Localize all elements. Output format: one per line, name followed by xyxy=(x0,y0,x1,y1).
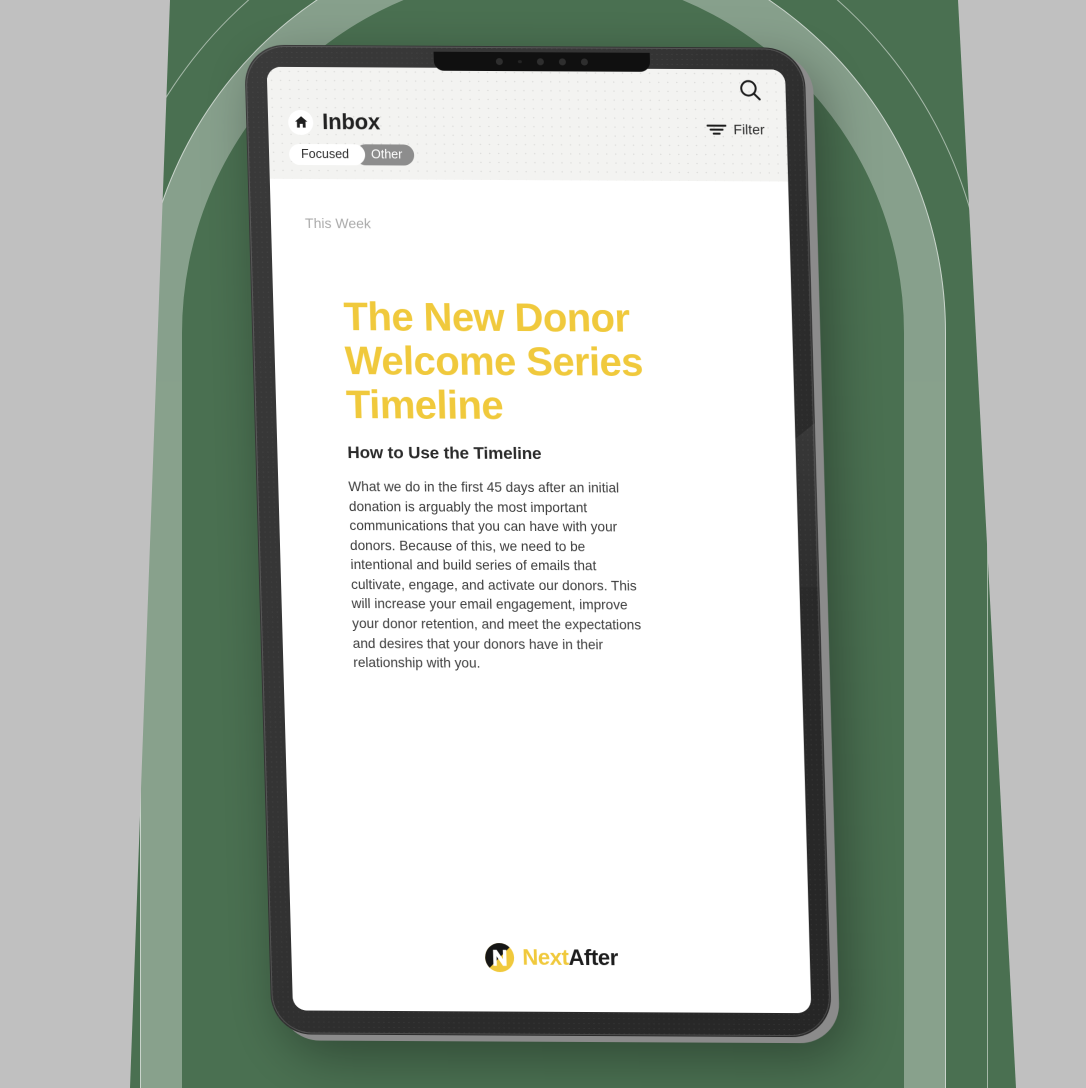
sensor-dot-icon xyxy=(518,59,522,64)
nextafter-mark-svg xyxy=(484,943,514,973)
document-title: The New Donor Welcome Series Timeline xyxy=(343,295,644,428)
logo-word-next: Next xyxy=(522,944,569,970)
scene-canvas: Inbox Filter Focused Other This Week The… xyxy=(0,0,1086,1088)
tablet-screen: Inbox Filter Focused Other This Week The… xyxy=(266,66,812,1014)
document-subtitle: How to Use the Timeline xyxy=(347,443,542,464)
document-footer-logo: NextAfter xyxy=(291,940,810,975)
sensor-dot-icon xyxy=(580,58,588,66)
filter-label: Filter xyxy=(733,121,765,138)
search-button[interactable] xyxy=(737,77,764,103)
filter-icon xyxy=(706,124,727,135)
document-paragraph: What we do in the first 45 days after an… xyxy=(348,479,642,671)
tab-focused[interactable]: Focused xyxy=(288,143,366,166)
nextafter-logo-icon xyxy=(483,941,516,973)
document-content: The New Donor Welcome Series Timeline Ho… xyxy=(307,295,768,675)
camera-notch xyxy=(433,51,651,72)
search-icon xyxy=(740,80,761,101)
app-header: Inbox Filter Focused Other xyxy=(266,66,789,182)
sensor-dot-icon xyxy=(558,58,566,66)
logo-word-after: After xyxy=(568,944,619,971)
page-title: Inbox xyxy=(321,109,381,135)
header-top-row: Inbox xyxy=(287,83,767,137)
filter-button[interactable]: Filter xyxy=(706,121,765,137)
email-document: This Week The New Donor Welcome Series T… xyxy=(269,178,812,1014)
inbox-title-group[interactable]: Inbox xyxy=(287,109,381,135)
sensor-dot-icon xyxy=(536,58,544,66)
tablet-bezel: Inbox Filter Focused Other This Week The… xyxy=(244,44,832,1038)
section-label-this-week: This Week xyxy=(304,214,372,232)
home-icon xyxy=(294,116,307,128)
inbox-tab-toggle[interactable]: Focused Other xyxy=(288,143,415,166)
tablet-device: Inbox Filter Focused Other This Week The… xyxy=(244,44,841,1044)
logo-wordmark: NextAfter xyxy=(522,944,619,971)
home-badge[interactable] xyxy=(287,109,314,135)
camera-lens-icon xyxy=(496,58,504,66)
